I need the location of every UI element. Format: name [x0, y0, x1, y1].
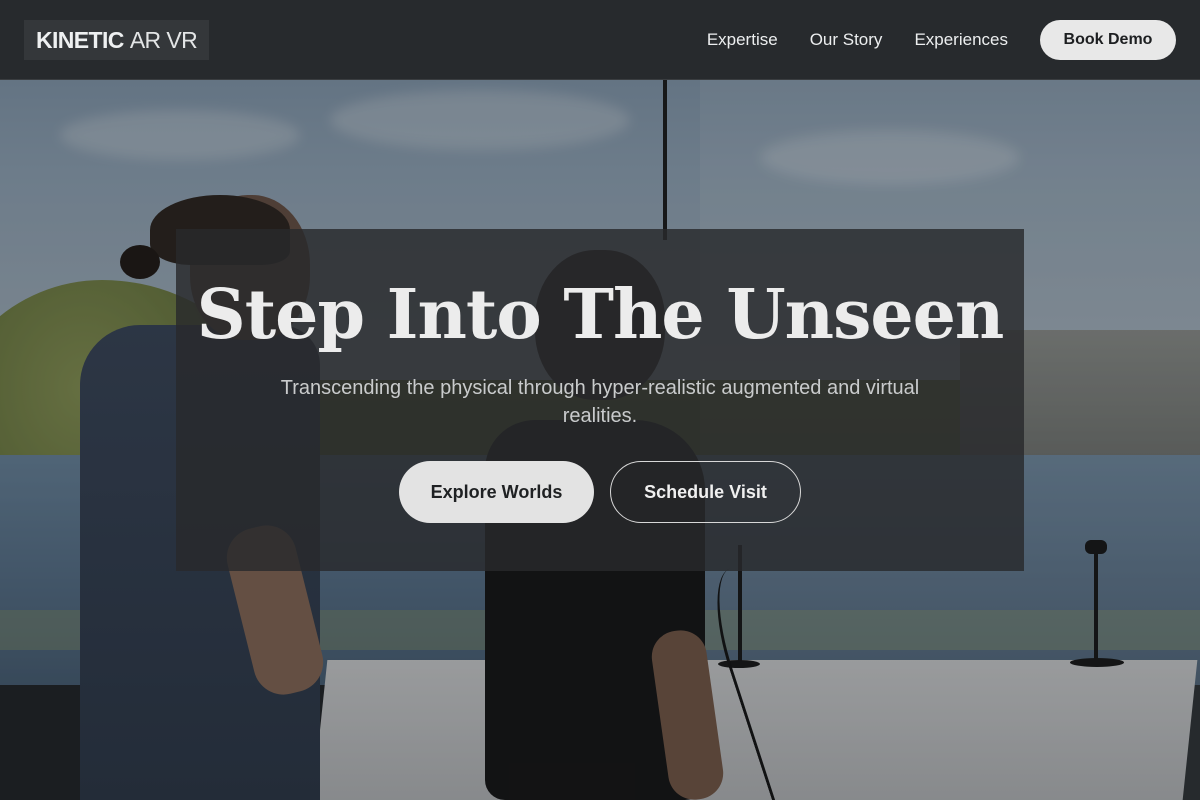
nav-link-our-story[interactable]: Our Story	[810, 30, 883, 50]
nav-link-experiences[interactable]: Experiences	[914, 30, 1008, 50]
main-nav: Expertise Our Story Experiences	[707, 20, 1008, 60]
hero-panel: Step Into The Unseen Transcending the ph…	[176, 229, 1024, 571]
brand-logo[interactable]: KINETIC AR VR	[24, 20, 210, 60]
nav-link-expertise[interactable]: Expertise	[707, 30, 778, 50]
hero-actions: Explore Worlds Schedule Visit	[176, 461, 1024, 523]
hero-subtitle: Transcending the physical through hyper-…	[280, 377, 920, 427]
logo-suffix: AR VR	[129, 26, 198, 53]
logo-wordmark: KINETIC	[36, 26, 124, 53]
explore-worlds-button[interactable]: Explore Worlds	[399, 461, 594, 523]
schedule-visit-button[interactable]: Schedule Visit	[610, 461, 801, 523]
book-demo-button[interactable]: Book Demo	[1040, 20, 1176, 60]
top-navigation-bar: KINETIC AR VR Expertise Our Story Experi…	[0, 0, 1200, 80]
hero-title: Step Into The Unseen	[196, 275, 1005, 355]
